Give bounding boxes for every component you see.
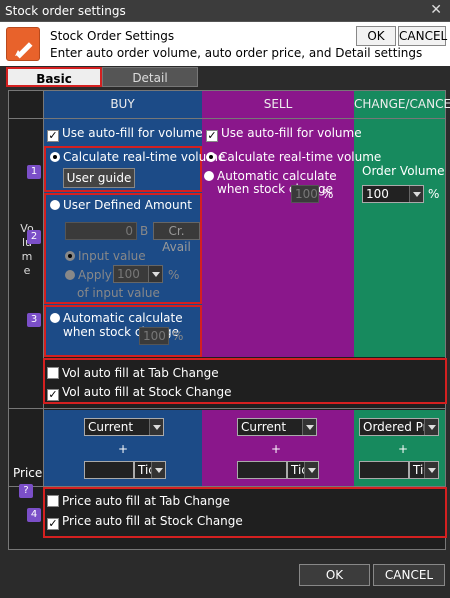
- order-volume-value: 100: [366, 187, 389, 201]
- sell-column-header: SELL: [263, 97, 293, 111]
- price-tab-change-checkbox[interactable]: Price auto fill at Tab Change: [47, 494, 230, 508]
- radio[interactable]: [65, 270, 75, 280]
- change-plus: +: [398, 442, 409, 456]
- apply-percent-value: 100: [117, 267, 140, 281]
- change-price-type-select[interactable]: Ordered Pric: [359, 418, 439, 436]
- marker-3: 3: [27, 313, 41, 327]
- checkbox[interactable]: [47, 495, 59, 507]
- close-icon[interactable]: ✕: [430, 2, 442, 18]
- marker-2: 2: [27, 230, 41, 244]
- dialog-title: Stock Order Settings: [50, 29, 175, 43]
- vol-tab-change-checkbox[interactable]: Vol auto fill at Tab Change: [47, 366, 219, 380]
- sell-plus: +: [271, 442, 282, 456]
- apply-pct: %: [168, 268, 180, 282]
- chevron-down-icon: [148, 266, 162, 282]
- chevron-down-icon: [149, 419, 163, 435]
- apply-percent-select[interactable]: 100: [113, 265, 163, 283]
- checkbox[interactable]: [47, 367, 59, 379]
- sell-price-type-select[interactable]: Current: [237, 418, 317, 436]
- sell-tick-input[interactable]: [237, 461, 287, 479]
- cancel-button[interactable]: CANCEL: [373, 564, 445, 586]
- marker-4: 4: [27, 508, 41, 522]
- buy-price-type-value: Current: [88, 420, 134, 434]
- header: Stock Order Settings Enter auto order vo…: [0, 22, 450, 66]
- tab-detail[interactable]: Detail: [102, 67, 198, 87]
- buy-tick-input[interactable]: [84, 461, 134, 479]
- radio[interactable]: [204, 171, 214, 181]
- buy-plus: +: [118, 442, 129, 456]
- header-ok-button[interactable]: OK: [356, 26, 396, 46]
- buy-auto-calc-pct: %: [172, 329, 184, 343]
- pencil-icon: [6, 27, 40, 61]
- vol-stock-change-checkbox[interactable]: ✓ Vol auto fill at Stock Change: [47, 385, 231, 401]
- sell-price-type-value: Current: [241, 420, 287, 434]
- dialog-subtitle: Enter auto order volume, auto order pric…: [50, 46, 423, 60]
- price-tab-change-label: Price auto fill at Tab Change: [62, 494, 230, 508]
- checkbox[interactable]: ✓: [206, 130, 218, 142]
- chevron-down-icon: [304, 462, 318, 478]
- buy-column-header: BUY: [110, 97, 135, 111]
- header-cancel-button[interactable]: CANCEL: [398, 26, 447, 46]
- cr-avail-button[interactable]: Cr. Avail: [153, 222, 200, 254]
- input-value-label: Input value: [78, 249, 146, 263]
- divider: [9, 408, 445, 409]
- price-help-icon[interactable]: ?: [19, 484, 33, 498]
- change-tick-select[interactable]: Tic: [409, 461, 439, 479]
- chevron-down-icon: [151, 462, 165, 478]
- chevron-down-icon: [409, 186, 423, 202]
- checkbox[interactable]: ✓: [47, 130, 59, 142]
- price-label: Price: [13, 466, 43, 480]
- amount-unit: B: [140, 224, 149, 238]
- buy-amount-input[interactable]: 0: [65, 222, 137, 240]
- buy-realtime-radio[interactable]: Calculate real-time volume: [50, 150, 225, 164]
- buy-auto-calc-input[interactable]: 100: [139, 327, 169, 345]
- ok-button[interactable]: OK: [299, 564, 370, 586]
- input-value-radio[interactable]: Input value: [65, 249, 146, 263]
- buy-autofill-label: Use auto-fill for volume: [62, 126, 203, 140]
- title-bar: Stock order settings ✕: [0, 0, 450, 22]
- chevron-down-icon: [424, 419, 438, 435]
- buy-user-defined-label: User Defined Amount: [63, 198, 192, 212]
- radio[interactable]: [65, 251, 75, 261]
- chevron-down-icon: [302, 419, 316, 435]
- chevron-down-icon: [424, 462, 438, 478]
- sell-realtime-label: Calculate real-time volume: [219, 150, 382, 164]
- buy-autofill-checkbox[interactable]: ✓ Use auto-fill for volume: [47, 126, 203, 142]
- buy-realtime-label: Calculate real-time volume: [63, 150, 226, 164]
- vol-tab-change-label: Vol auto fill at Tab Change: [62, 366, 219, 380]
- window-title: Stock order settings: [5, 4, 126, 18]
- change-volume-area: [354, 91, 445, 357]
- buy-tick-select[interactable]: Tic: [134, 461, 166, 479]
- user-guide-button[interactable]: User guide: [63, 168, 135, 188]
- sell-autofill-label: Use auto-fill for volume: [221, 126, 362, 140]
- sell-autofill-checkbox[interactable]: ✓ Use auto-fill for volume: [206, 126, 362, 142]
- divider: [9, 118, 445, 119]
- checkbox[interactable]: ✓: [47, 389, 59, 401]
- radio[interactable]: [50, 313, 60, 323]
- checkbox[interactable]: ✓: [47, 518, 59, 530]
- vol-stock-change-label: Vol auto fill at Stock Change: [62, 385, 232, 399]
- sell-auto-calc-input[interactable]: 100: [291, 185, 319, 203]
- marker-1: 1: [27, 165, 41, 179]
- apply-label: Apply: [78, 268, 112, 282]
- order-volume-pct: %: [428, 187, 440, 201]
- order-volume-select[interactable]: 100: [362, 185, 424, 203]
- sell-auto-calc-pct: %: [322, 187, 334, 201]
- apply-radio[interactable]: Apply: [65, 268, 112, 282]
- sell-realtime-radio[interactable]: Calculate real-time volume: [206, 150, 381, 164]
- of-input-value: of input value: [77, 286, 160, 300]
- price-stock-change-label: Price auto fill at Stock Change: [62, 514, 243, 528]
- radio[interactable]: [50, 200, 60, 210]
- change-tick-input[interactable]: [359, 461, 409, 479]
- order-volume-label: Order Volume: [362, 164, 445, 178]
- change-column-header: CHANGE/CANCEL: [354, 97, 450, 111]
- sell-tick-select[interactable]: Tic: [287, 461, 319, 479]
- buy-price-type-select[interactable]: Current: [84, 418, 164, 436]
- radio[interactable]: [206, 152, 216, 162]
- tab-basic[interactable]: Basic: [6, 67, 102, 87]
- radio[interactable]: [50, 152, 60, 162]
- buy-user-defined-radio[interactable]: User Defined Amount: [50, 198, 192, 212]
- price-stock-change-checkbox[interactable]: ✓ Price auto fill at Stock Change: [47, 514, 243, 530]
